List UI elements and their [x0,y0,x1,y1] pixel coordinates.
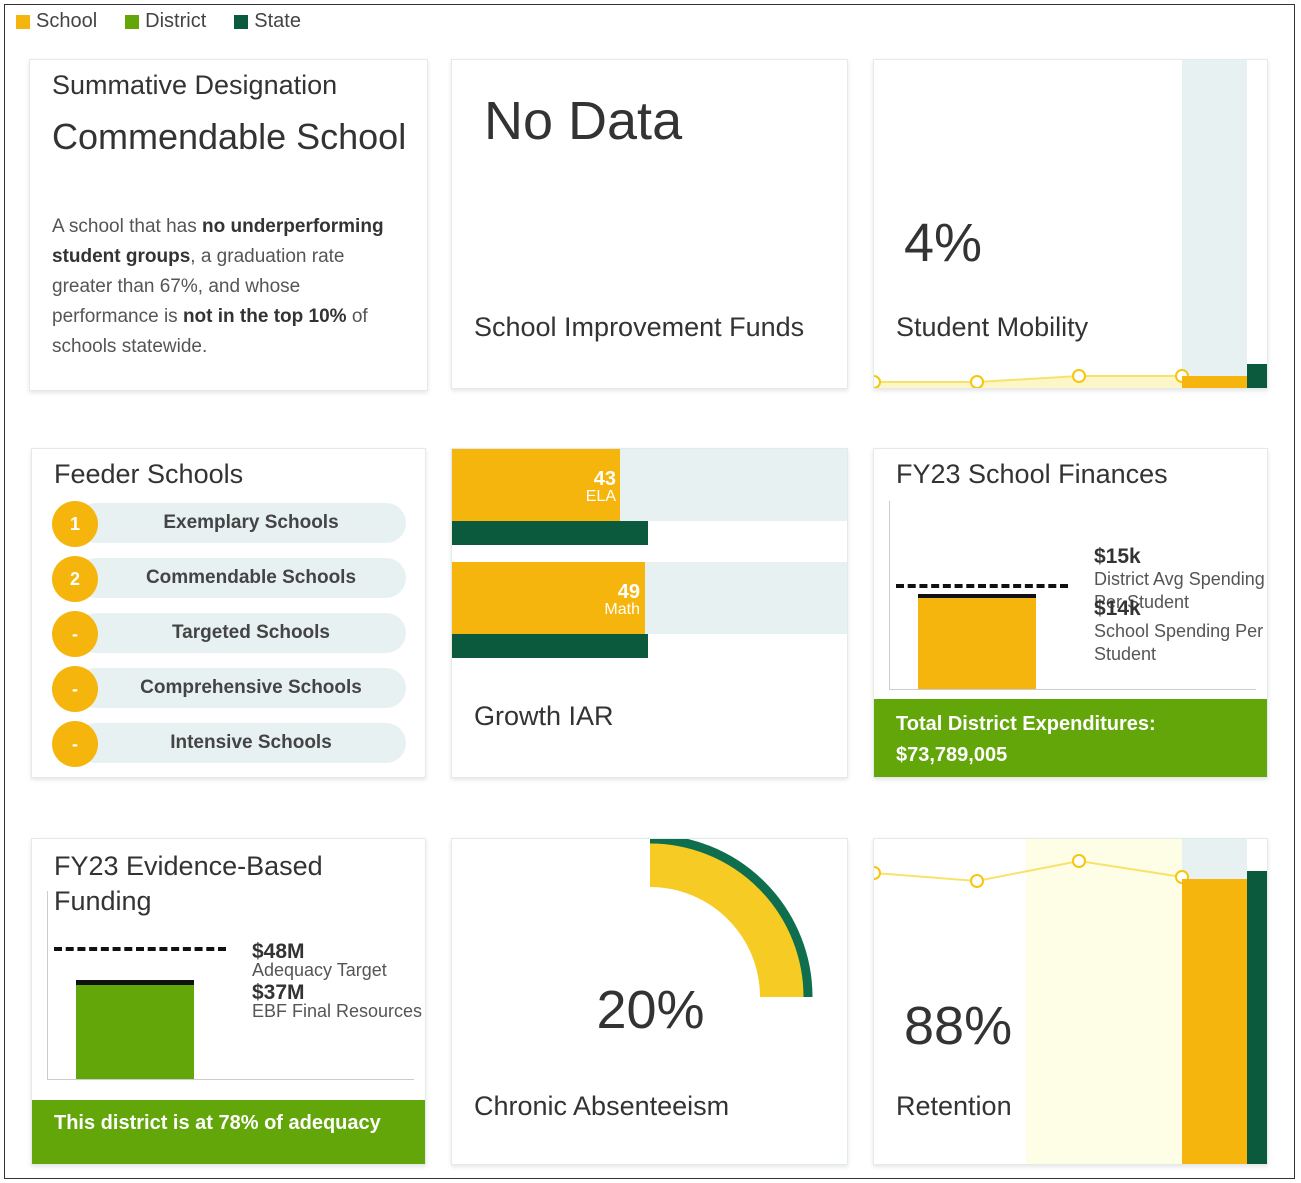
growth-math-label: Math [604,601,640,618]
feeder-count: - [52,611,98,657]
desc-bold-2: not in the top 10% [182,306,347,327]
absenteeism-label: Chronic Absenteeism [474,1091,730,1121]
ebf-resources-label: EBF Final Resources [252,1001,423,1021]
finances-school-label: School Spending Per Student [1094,621,1264,664]
ebf-resources-bar [76,980,194,1079]
legend-state: State [234,10,301,33]
legend-district-swatch [125,14,140,29]
finances-school-bar [918,594,1036,689]
mobility-point-2 [970,375,984,388]
retention-card[interactable]: 88% Retention [873,838,1268,1165]
growth-math-value: 49 [617,581,640,603]
ebf-target-value: $48M [252,940,305,963]
feeder-label: Commendable Schools [145,567,357,588]
legend-school: School [16,10,97,33]
legend-school-swatch [16,14,30,29]
growth-label: Growth IAR [474,701,614,731]
ebf-adequacy-target-line [54,947,226,951]
mobility-label: Student Mobility [896,312,1089,342]
legend: School District State [16,10,301,33]
feeder-label: Intensive Schools [170,732,332,753]
feeder-row-exemplary[interactable]: Exemplary Schools 1 [52,501,406,547]
retention-school-bar [1182,879,1247,1164]
legend-school-label: School [36,10,98,32]
legend-district: District [125,10,206,33]
ebf-resources-value: $37M [252,981,305,1004]
feeder-row-intensive[interactable]: Intensive Schools - [52,721,406,767]
ebf-resources-block: $37M EBF Final Resources [252,981,425,1021]
finances-district-target-line [896,584,1068,588]
retention-bg-column [1182,839,1247,879]
growth-iar-card[interactable]: 43 ELA 49 Math Growth IAR [451,448,848,778]
mobility-school-bar [1182,376,1247,388]
ebf-x-axis [47,1079,414,1080]
summative-description: A school that has no underperforming stu… [52,212,402,362]
feeder-label: Targeted Schools [171,622,330,643]
retention-state-bar [1247,871,1267,1164]
mobility-point-3 [1072,369,1086,383]
retention-label: Retention [896,1091,1012,1121]
retention-point-3 [1072,854,1086,868]
growth-ela-value: 43 [593,468,616,490]
evidence-based-funding-card[interactable]: FY23 Evidence-Based Funding $48M Adequac… [31,838,426,1165]
finances-school-value: $14k [1094,597,1141,620]
ebf-title: FY23 Evidence-Based Funding [54,851,323,916]
retention-point-1 [874,866,881,880]
feeder-count: - [52,666,98,712]
ebf-y-axis [47,891,48,1079]
ebf-footer: This district is at 78% of adequacy [32,1100,425,1164]
mobility-state-bar [1247,364,1267,388]
growth-ela-state-bar [452,521,648,545]
retention-point-2 [970,874,984,888]
improvement-value: No Data [484,91,683,151]
finances-y-axis [889,501,890,689]
feeder-row-comprehensive[interactable]: Comprehensive Schools - [52,666,406,712]
summative-title: Summative Designation [52,70,338,100]
feeder-count: - [52,721,98,767]
mobility-bg-column [1182,60,1247,388]
finances-x-axis [889,689,1256,690]
absenteeism-value: 20% [596,980,705,1040]
ebf-target-label: Adequacy Target [252,960,387,980]
feeder-schools-card[interactable]: Feeder Schools Exemplary Schools 1 Comme… [31,448,426,778]
growth-math-state-bar [452,634,648,658]
legend-district-label: District [145,10,207,32]
retention-value: 88% [904,996,1013,1056]
ebf-target-block: $48M Adequacy Target [252,940,425,980]
retention-trend-area [1026,839,1182,1164]
finances-school-block: $14k School Spending Per Student [1094,597,1267,666]
school-improvement-funds-card[interactable]: No Data School Improvement Funds [451,59,848,389]
feeder-count: 2 [52,556,98,602]
finances-district-value: $15k [1094,545,1141,568]
finances-footer-amount: $73,789,005 [896,744,1008,766]
mobility-point-1 [874,375,881,388]
feeder-label: Comprehensive Schools [140,677,362,698]
growth-ela-label: ELA [585,488,616,505]
school-finances-card[interactable]: FY23 School Finances $15k District Avg S… [873,448,1268,778]
chronic-absenteeism-card[interactable]: 20% Chronic Absenteeism [451,838,848,1165]
feeder-row-commendable[interactable]: Commendable Schools 2 [52,556,406,602]
mobility-value: 4% [904,213,983,273]
summative-designation-card[interactable]: Summative Designation Commendable School… [29,59,428,391]
feeder-count: 1 [52,501,98,547]
finances-footer: Total District Expenditures: $73,789,005 [874,699,1267,777]
feeder-label: Exemplary Schools [163,512,339,533]
finances-title: FY23 School Finances [896,459,1168,489]
improvement-label: School Improvement Funds [474,312,805,342]
finances-footer-title: Total District Expenditures: [896,713,1156,735]
legend-state-label: State [254,10,301,32]
summative-value: Commendable School [52,116,407,157]
desc-part-1: A school that has [52,216,202,237]
feeder-row-targeted[interactable]: Targeted Schools - [52,611,406,657]
feeder-title: Feeder Schools [54,459,244,489]
student-mobility-card[interactable]: 4% Student Mobility [873,59,1268,389]
legend-state-swatch [234,14,249,29]
